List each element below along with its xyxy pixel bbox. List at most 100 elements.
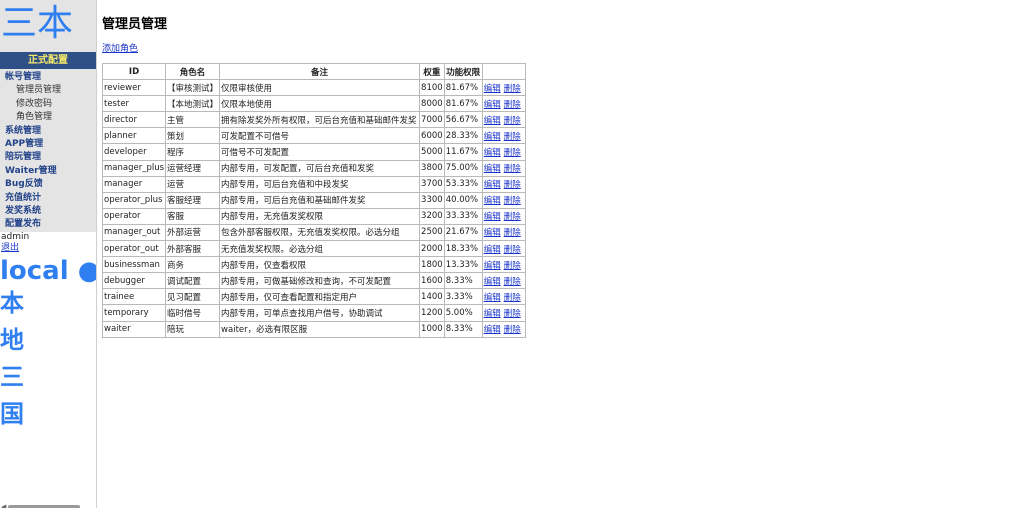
sidebar-item[interactable]: 充值统计 [0,192,96,205]
delete-link[interactable]: 删除 [504,245,521,255]
add-role-link[interactable]: 添加角色 [102,41,138,54]
row-actions: 编辑 删除 [481,256,526,274]
row-actions: 编辑 删除 [481,159,526,177]
sidebar-item[interactable]: Waiter管理 [0,165,96,178]
delete-link[interactable]: 删除 [504,116,521,126]
table-cell: 拥有除发奖外所有权限，可后台充值和基础邮件发奖 [219,111,421,129]
table-cell: 6000 [419,127,445,145]
delete-link[interactable]: 删除 [504,212,521,222]
delete-link[interactable]: 删除 [504,164,521,174]
delete-link[interactable]: 删除 [504,277,521,287]
column-header: 功能权限 [443,62,483,81]
page-title: 管理员管理 [102,17,168,32]
delete-link[interactable]: 删除 [504,180,521,190]
logo: 三本 [1,3,74,44]
sidebar-item[interactable]: 管理员管理 [0,84,96,97]
edit-link[interactable]: 编辑 [484,309,501,319]
logout-link[interactable]: 退出 [0,243,96,254]
table-cell: 内部专用，可发配置，可后台充值和发奖 [219,159,421,177]
edit-link[interactable]: 编辑 [484,212,501,222]
sidebar-item[interactable]: 角色管理 [0,111,96,124]
table-cell: developer [101,143,167,161]
delete-link[interactable]: 删除 [504,196,521,206]
env-char: 国 [0,399,24,428]
delete-link[interactable]: 删除 [504,228,521,238]
table-row: temporary 临时借号 内部专用，可单点查找用户借号，协助调试 1200 5.00… [101,304,526,322]
table-cell: 调试配置 [165,272,221,290]
delete-link[interactable]: 删除 [504,261,521,271]
table-cell: 81.67% [443,95,483,113]
edit-link[interactable]: 编辑 [484,84,501,94]
row-actions: 编辑 删除 [481,320,526,338]
column-header: 角色名 [165,62,221,81]
table-cell: 8.33% [443,272,483,290]
table-cell: director [101,111,167,129]
table-cell: manager [101,175,167,193]
edit-link[interactable]: 编辑 [484,100,501,110]
edit-link[interactable]: 编辑 [484,148,501,158]
table-cell: 7000 [419,111,445,129]
table-row: planner 策划 可发配置不可借号 6000 28.33% 编辑 删除 [101,127,526,145]
edit-link[interactable]: 编辑 [484,277,501,287]
scroll-left-icon[interactable]: ◀ [1,503,6,508]
table-cell: 33.33% [443,207,483,225]
edit-link[interactable]: 编辑 [484,132,501,142]
sidebar-item[interactable]: Bug反馈 [0,178,96,191]
table-cell: 40.00% [443,191,483,209]
sidebar-item[interactable]: 陪玩管理 [0,151,96,164]
sidebar-item[interactable]: 发奖系统 [0,205,96,218]
table-cell: 运营经理 [165,159,221,177]
table-cell: 8100 [419,79,445,97]
edit-link[interactable]: 编辑 [484,196,501,206]
edit-link[interactable]: 编辑 [484,261,501,271]
edit-link[interactable]: 编辑 [484,164,501,174]
table-cell: 81.67% [443,79,483,97]
table-row: developer 程序 可借号不可发配置 5000 11.67% 编辑 删除 [101,143,526,161]
delete-link[interactable]: 删除 [504,132,521,142]
delete-link[interactable]: 删除 [504,84,521,94]
table-cell: 策划 [165,127,221,145]
table-cell: 75.00% [443,159,483,177]
delete-link[interactable]: 删除 [504,309,521,319]
table-cell: 5.00% [443,304,483,322]
config-bar[interactable]: 正式配置 [0,52,96,69]
delete-link[interactable]: 删除 [504,293,521,303]
table-cell: planner [101,127,167,145]
delete-link[interactable]: 删除 [504,148,521,158]
sidebar-item[interactable]: APP管理 [0,138,96,151]
edit-link[interactable]: 编辑 [484,116,501,126]
sidebar-item[interactable]: 修改密码 [0,98,96,111]
edit-link[interactable]: 编辑 [484,245,501,255]
sidebar-item[interactable]: 系统管理 [0,125,96,138]
table-cell: manager_out [101,223,167,242]
table-cell: 2500 [419,223,445,242]
edit-link[interactable]: 编辑 [484,228,501,238]
delete-link[interactable]: 删除 [504,100,521,110]
delete-link[interactable]: 删除 [504,325,521,335]
row-actions: 编辑 删除 [481,111,526,129]
table-cell: 【本地测试】 [165,95,221,113]
edit-link[interactable]: 编辑 [484,325,501,335]
table-header: ID 角色名 备注 权重 功能权限 [101,62,526,81]
column-header: 备注 [219,62,421,81]
table-cell: 客服经理 [165,191,221,209]
table-cell: 8000 [419,95,445,113]
row-actions: 编辑 删除 [481,175,526,193]
table-cell: 商务 [165,256,221,274]
table-cell: 3200 [419,207,445,225]
table-cell: 56.67% [443,111,483,129]
table-row: trainee 见习配置 内部专用，仅可查看配置和指定用户 1400 3.33% 编辑 删除 [101,288,526,306]
edit-link[interactable]: 编辑 [484,180,501,190]
table-cell: 可借号不可发配置 [219,143,421,161]
table-cell: reviewer [101,79,167,97]
table-cell: 客服 [165,207,221,225]
table-cell: 3300 [419,191,445,209]
sidebar-item[interactable]: 配置发布 [0,218,96,231]
sidebar-nav: 帐号管理 管理员管理 修改密码 角色管理 系统管理 APP管理 陪玩管理 Waiter管理 Bu… [0,69,96,232]
row-actions: 编辑 删除 [481,240,526,258]
sidebar-item[interactable]: 帐号管理 [0,71,96,84]
table-cell: 内部专用，可后台充值和中段发奖 [219,175,421,193]
table-cell: waiter，必选有限区服 [219,320,421,338]
table-row: waiter 陪玩 waiter，必选有限区服 1000 8.33% 编辑 删除 [101,320,526,338]
edit-link[interactable]: 编辑 [484,293,501,303]
